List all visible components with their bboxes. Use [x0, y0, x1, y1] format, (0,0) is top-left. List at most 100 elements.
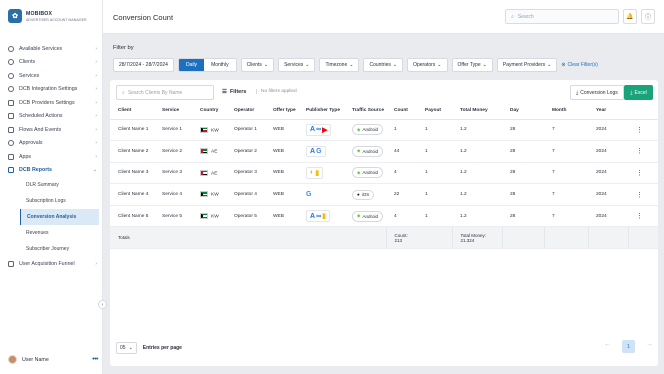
totals-money-value: 21.324 [460, 237, 475, 243]
sidebar-item-clients[interactable]: Clients › [0, 56, 103, 70]
row-actions-icon[interactable]: ⋮ [636, 213, 643, 220]
table-row[interactable]: Client Name 5 Service 5 KW Operator 5 WE… [110, 205, 658, 228]
publisher-logos: A ∞ ▮ [306, 210, 344, 223]
logo-mark-icon: ✿ [8, 9, 22, 23]
daily-toggle[interactable]: Daily [178, 59, 205, 71]
filter-icon: ☰ [222, 89, 227, 95]
report-icon [8, 167, 14, 174]
sidebar-item-apps[interactable]: Apps › [0, 150, 103, 164]
sidebar-item-available-services[interactable]: Available Services › [0, 42, 103, 56]
col-client[interactable]: Client [110, 103, 154, 120]
funnel-icon [8, 260, 14, 267]
table-row[interactable]: Client Name 4 Service 4 KW Operator 4 WE… [110, 183, 658, 206]
apps-grid-icon [8, 153, 14, 160]
filter-by-label: Filter by [113, 45, 134, 51]
sidebar-subitem-dlr-summary[interactable]: DLR Summary [0, 177, 103, 193]
search-icon: ⌕ [122, 89, 125, 96]
brand-subtitle: ADVERTISER ACCOUNT MANAGER [26, 17, 87, 22]
brand-logo[interactable]: ✿ MOBIBOX ADVERTISER ACCOUNT MANAGER [8, 9, 87, 23]
info-icon: ⓘ [644, 15, 651, 21]
google-icon: G [316, 147, 322, 155]
col-count[interactable]: Count [386, 103, 417, 120]
col-month[interactable]: Month [544, 103, 588, 120]
conversion-logs-button[interactable]: ⤓ Conversion Logs [570, 85, 624, 100]
sidebar-item-flows-and-events[interactable]: Flows And Events › [0, 123, 103, 137]
date-range-picker[interactable]: 28/7/2024 - 28/7/2024 [113, 58, 174, 72]
sidebar-item-scheduled-actions[interactable]: Scheduled Actions › [0, 110, 103, 124]
filters-toggle[interactable]: ☰ Filters [222, 89, 246, 95]
clear-filters-button[interactable]: ⊗ Clear Filter(s) [561, 62, 597, 68]
client-search-input[interactable]: ⌕ Search Clients By Name [116, 85, 214, 100]
youtube-icon: ▶ [322, 126, 328, 134]
traffic-source-badge: ◆ Android [352, 167, 383, 179]
col-year[interactable]: Year [588, 103, 628, 120]
timezone-dropdown[interactable]: Timezone ⌄ [319, 58, 360, 72]
col-publisher-type[interactable]: Publisher Type [298, 103, 344, 120]
current-page-button[interactable]: 1 [622, 340, 635, 353]
sidebar-item-dcb-integration-settings[interactable]: DCB Integration Settings › [0, 83, 103, 97]
ad-network-icon: ▮ [315, 169, 320, 177]
user-name: User Name [22, 356, 49, 363]
prev-page-button[interactable]: ← [604, 341, 611, 348]
collapse-sidebar-button[interactable]: ‹ [98, 300, 107, 309]
notifications-button[interactable]: 🔔 [623, 9, 637, 24]
search-placeholder: Search [517, 13, 534, 20]
apple-icon: ● [357, 192, 360, 198]
sidebar-item-dcb-providers-settings[interactable]: DCB Providers Settings › [0, 96, 103, 110]
col-operator[interactable]: Operator [226, 103, 265, 120]
operators-dropdown[interactable]: Operators ⌄ [407, 58, 448, 72]
excel-export-button[interactable]: ⤓ Excel [624, 85, 653, 100]
global-search-input[interactable]: ⌕ Search [505, 9, 619, 24]
filter-bar: 28/7/2024 - 28/7/2024 Daily Monthly Clie… [113, 58, 598, 72]
snapchat-icon: ◐ [310, 169, 315, 177]
chevron-right-icon: › [95, 99, 97, 106]
more-options-icon[interactable]: ••• [92, 356, 98, 363]
services-dropdown[interactable]: Services ⌄ [278, 58, 316, 72]
col-country[interactable]: Country [192, 103, 226, 120]
chevron-down-icon: ⌄ [128, 345, 133, 351]
next-page-button[interactable]: → [646, 341, 653, 348]
publisher-logos: ◐ ▮ [306, 166, 344, 179]
col-payout[interactable]: Payout [417, 103, 452, 120]
sidebar-subitem-subscription-logs[interactable]: Subscription Logs [0, 193, 103, 209]
row-actions-icon[interactable]: ⋮ [636, 148, 643, 155]
chevron-right-icon: › [95, 113, 97, 120]
col-traffic-source[interactable]: Traffic Source [344, 103, 386, 120]
table-row[interactable]: Client Name 1 Service 1 KW Operator 1 WE… [110, 119, 658, 142]
row-actions-icon[interactable]: ⋮ [636, 192, 643, 199]
sidebar-item-dcb-reports[interactable]: DCB Reports ⌄ [0, 164, 103, 178]
approval-icon [8, 140, 14, 147]
offer-type-dropdown[interactable]: Offer Type ⌄ [451, 58, 493, 72]
sidebar: ✿ MOBIBOX ADVERTISER ACCOUNT MANAGER Ava… [0, 0, 103, 374]
info-button[interactable]: ⓘ [641, 9, 655, 24]
chevron-down-icon: ⌄ [305, 62, 310, 68]
calendar-icon [8, 113, 14, 120]
user-profile[interactable]: User Name ••• [8, 355, 98, 364]
sidebar-item-services[interactable]: Services › [0, 69, 103, 83]
col-total-money[interactable]: Total Money [452, 103, 502, 120]
monthly-toggle[interactable]: Monthly [204, 59, 236, 71]
sidebar-subitem-subscriber-journey[interactable]: Subscriber Journey [0, 241, 103, 257]
traffic-source-badge: ◆ Android [352, 210, 383, 222]
sidebar-subitem-conversion-analysis[interactable]: Conversion Analysis [20, 209, 99, 225]
android-icon: ◆ [357, 126, 361, 132]
chevron-down-icon: ⌄ [437, 62, 442, 68]
table-row[interactable]: Client Name 2 Service 2 AE Operator 2 WE… [110, 140, 658, 163]
row-actions-icon[interactable]: ⋮ [636, 170, 643, 177]
download-icon: ⤓ [576, 89, 579, 96]
col-service[interactable]: Service [154, 103, 192, 120]
row-actions-icon[interactable]: ⋮ [636, 127, 643, 134]
chevron-down-icon: ⌄ [482, 62, 487, 68]
sidebar-item-approvals[interactable]: Approvals › [0, 137, 103, 151]
countries-dropdown[interactable]: Countries ⌄ [363, 58, 404, 72]
entries-per-page-select[interactable]: 05 ⌄ [116, 342, 137, 354]
col-offer-type[interactable]: Offer type [265, 103, 298, 120]
payment-providers-dropdown[interactable]: Payment Providers ⌄ [496, 58, 558, 72]
table-row[interactable]: Client Name 3 Service 3 AE Operator 3 WE… [110, 162, 658, 185]
sidebar-item-user-acquisition-funnel[interactable]: User Acquisition Funnel › [0, 257, 103, 271]
clients-dropdown[interactable]: Clients ⌄ [240, 58, 275, 72]
bell-icon: 🔔 [626, 14, 634, 20]
col-day[interactable]: Day [502, 103, 544, 120]
sidebar-subitem-revenues[interactable]: Revenues [0, 225, 103, 241]
col-actions [628, 103, 658, 120]
